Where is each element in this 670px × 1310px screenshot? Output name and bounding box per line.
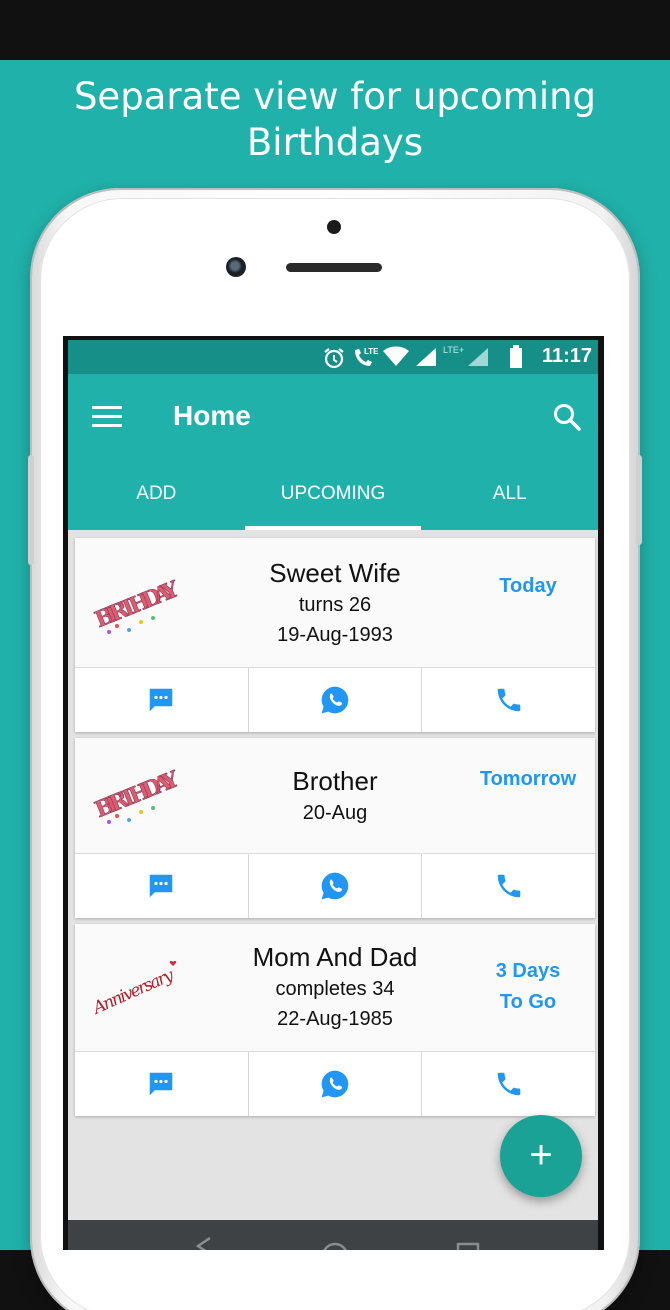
phone-icon [497, 1072, 520, 1096]
countdown-label: 3 Days To Go [469, 956, 587, 1018]
status-bar: LTE LTE+ 11:17 [68, 340, 598, 374]
alarm-icon [324, 348, 344, 369]
contact-name: Brother [292, 766, 378, 796]
lte-plus-label: LTE+ [443, 345, 464, 355]
event-date: 20-Aug [302, 802, 368, 824]
headline-line-2: Birthdays [246, 121, 424, 164]
card-actions [75, 668, 595, 732]
volume-button [28, 455, 34, 565]
tab-add[interactable]: ADD [68, 470, 245, 530]
card-header: BIRTHDAY Sweet Wife turns 26 19-Aug-1993… [75, 538, 595, 668]
tab-upcoming[interactable]: UPCOMING [244, 470, 422, 530]
signal-icon [416, 348, 436, 366]
menu-icon[interactable] [92, 406, 122, 428]
countdown-line-1: 3 Days [495, 960, 561, 982]
proximity-sensor [327, 220, 341, 234]
card-header: BIRTHDAY Brother 20-Aug Tomorrow [75, 738, 595, 854]
wifi-icon [383, 346, 409, 366]
search-icon[interactable] [552, 402, 582, 432]
power-button [636, 455, 642, 545]
nav-buttons [195, 1236, 480, 1250]
list-item[interactable]: BIRTHDAY Brother 20-Aug Tomorrow [75, 738, 595, 918]
event-date: 19-Aug-1993 [277, 624, 393, 646]
back-icon[interactable] [195, 1236, 211, 1250]
whatsapp-button[interactable] [249, 1052, 423, 1116]
front-camera [226, 257, 246, 277]
event-date: 22-Aug-1985 [277, 1008, 393, 1030]
whatsapp-icon [321, 1070, 349, 1098]
message-button[interactable] [75, 1052, 249, 1116]
android-nav-bar [68, 1220, 598, 1250]
birthday-image-text: BIRTHDAY [91, 576, 181, 633]
promo-headline: Separate view for upcoming Birthdays [0, 74, 670, 166]
message-icon [150, 874, 173, 898]
message-icon [150, 688, 173, 712]
headline-line-1: Separate view for upcoming [73, 75, 597, 118]
battery-icon [510, 345, 522, 368]
upcoming-list: BIRTHDAY Sweet Wife turns 26 19-Aug-1993… [68, 530, 598, 1220]
recents-icon[interactable] [456, 1242, 480, 1250]
event-detail: completes 34 [275, 978, 395, 1000]
status-time: 11:17 [541, 345, 592, 367]
card-details: Sweet Wife turns 26 19-Aug-1993 [205, 556, 465, 650]
card-details: Mom And Dad completes 34 22-Aug-1985 [205, 940, 465, 1034]
earpiece-speaker [286, 263, 382, 272]
promo-screen: Separate view for upcoming Birthdays LTE… [0, 0, 670, 1310]
birthday-image: BIRTHDAY [91, 766, 181, 824]
card-actions [75, 854, 595, 918]
call-button[interactable] [422, 668, 595, 732]
card-details: Brother 20-Aug [205, 764, 465, 828]
list-item[interactable]: BIRTHDAY Sweet Wife turns 26 19-Aug-1993… [75, 538, 595, 732]
message-button[interactable] [75, 854, 249, 918]
tab-bar: ADD UPCOMING ALL [68, 470, 598, 530]
event-detail: turns 26 [298, 594, 372, 616]
home-icon[interactable] [323, 1242, 347, 1250]
lte-call-icon: LTE [355, 347, 379, 366]
list-item[interactable]: Anniversary Mom And Dad completes 34 22-… [75, 924, 595, 1116]
contact-name: Mom And Dad [252, 942, 418, 972]
countdown-line-2: To Go [499, 991, 557, 1013]
anniversary-image-text: Anniversary [89, 965, 177, 1019]
tab-all[interactable]: ALL [421, 470, 598, 530]
whatsapp-icon [321, 686, 349, 714]
countdown-line-1: Today [499, 575, 557, 597]
message-icon [150, 1072, 173, 1096]
countdown-label: Tomorrow [469, 764, 587, 795]
countdown-label: Today [469, 571, 587, 602]
whatsapp-button[interactable] [249, 854, 423, 918]
countdown-line-1: Tomorrow [479, 768, 577, 790]
phone-icon [497, 874, 520, 898]
page-title: Home [173, 400, 251, 431]
anniversary-image: Anniversary [89, 960, 177, 1019]
top-black-band [0, 0, 670, 60]
phone-icon [497, 688, 520, 712]
call-button[interactable] [422, 1052, 595, 1116]
call-button[interactable] [422, 854, 595, 918]
whatsapp-button[interactable] [249, 668, 423, 732]
birthday-image: BIRTHDAY [91, 576, 181, 634]
card-header: Anniversary Mom And Dad completes 34 22-… [75, 924, 595, 1052]
lte-plus-signal-icon: LTE+ [443, 345, 488, 366]
message-button[interactable] [75, 668, 249, 732]
birthday-image-text: BIRTHDAY [91, 766, 181, 823]
app-bar: Home ADD UPCOMING ALL [68, 374, 598, 530]
lte-label: LTE [364, 347, 379, 356]
whatsapp-icon [321, 872, 349, 900]
contact-name: Sweet Wife [269, 558, 401, 588]
add-event-button[interactable]: + [500, 1115, 582, 1197]
card-actions [75, 1052, 595, 1116]
